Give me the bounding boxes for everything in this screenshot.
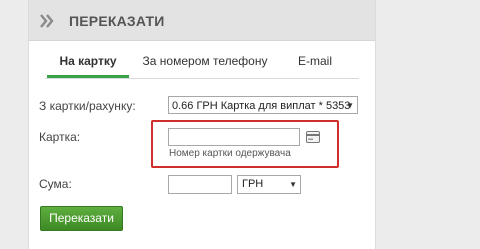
- panel-header: ПЕРЕКАЗАТИ: [29, 0, 375, 41]
- card-number-input[interactable]: [168, 128, 300, 146]
- tab-by-phone[interactable]: За номером телефону: [141, 54, 269, 77]
- transfer-panel: ПЕРЕКАЗАТИ На картку За номером телефону…: [28, 0, 376, 249]
- dropdown-arrow-icon: ▼: [289, 180, 297, 189]
- source-account-value: 0.66 ГРН Картка для виплат * 5353: [172, 100, 351, 112]
- tab-email[interactable]: E-mail: [285, 54, 345, 77]
- transfer-tabs: На картку За номером телефону E-mail: [45, 54, 359, 79]
- currency-select[interactable]: ГРН ▼: [237, 175, 301, 194]
- credit-card-icon[interactable]: [306, 131, 320, 143]
- tab-to-card[interactable]: На картку: [47, 54, 129, 78]
- card-label: Картка:: [39, 130, 81, 144]
- currency-value: ГРН: [242, 178, 264, 190]
- card-number-hint: Номер картки одержувача: [169, 148, 291, 159]
- panel-title: ПЕРЕКАЗАТИ: [69, 13, 165, 29]
- source-account-label: З картки/рахунку:: [39, 99, 136, 113]
- amount-input[interactable]: [168, 175, 232, 194]
- source-account-select[interactable]: 0.66 ГРН Картка для виплат * 5353 ▼: [168, 96, 358, 114]
- double-chevron-right-icon: [40, 14, 54, 28]
- amount-label: Сума:: [39, 177, 72, 191]
- transfer-submit-button[interactable]: Переказати: [40, 206, 123, 231]
- dropdown-arrow-icon: ▼: [346, 101, 354, 110]
